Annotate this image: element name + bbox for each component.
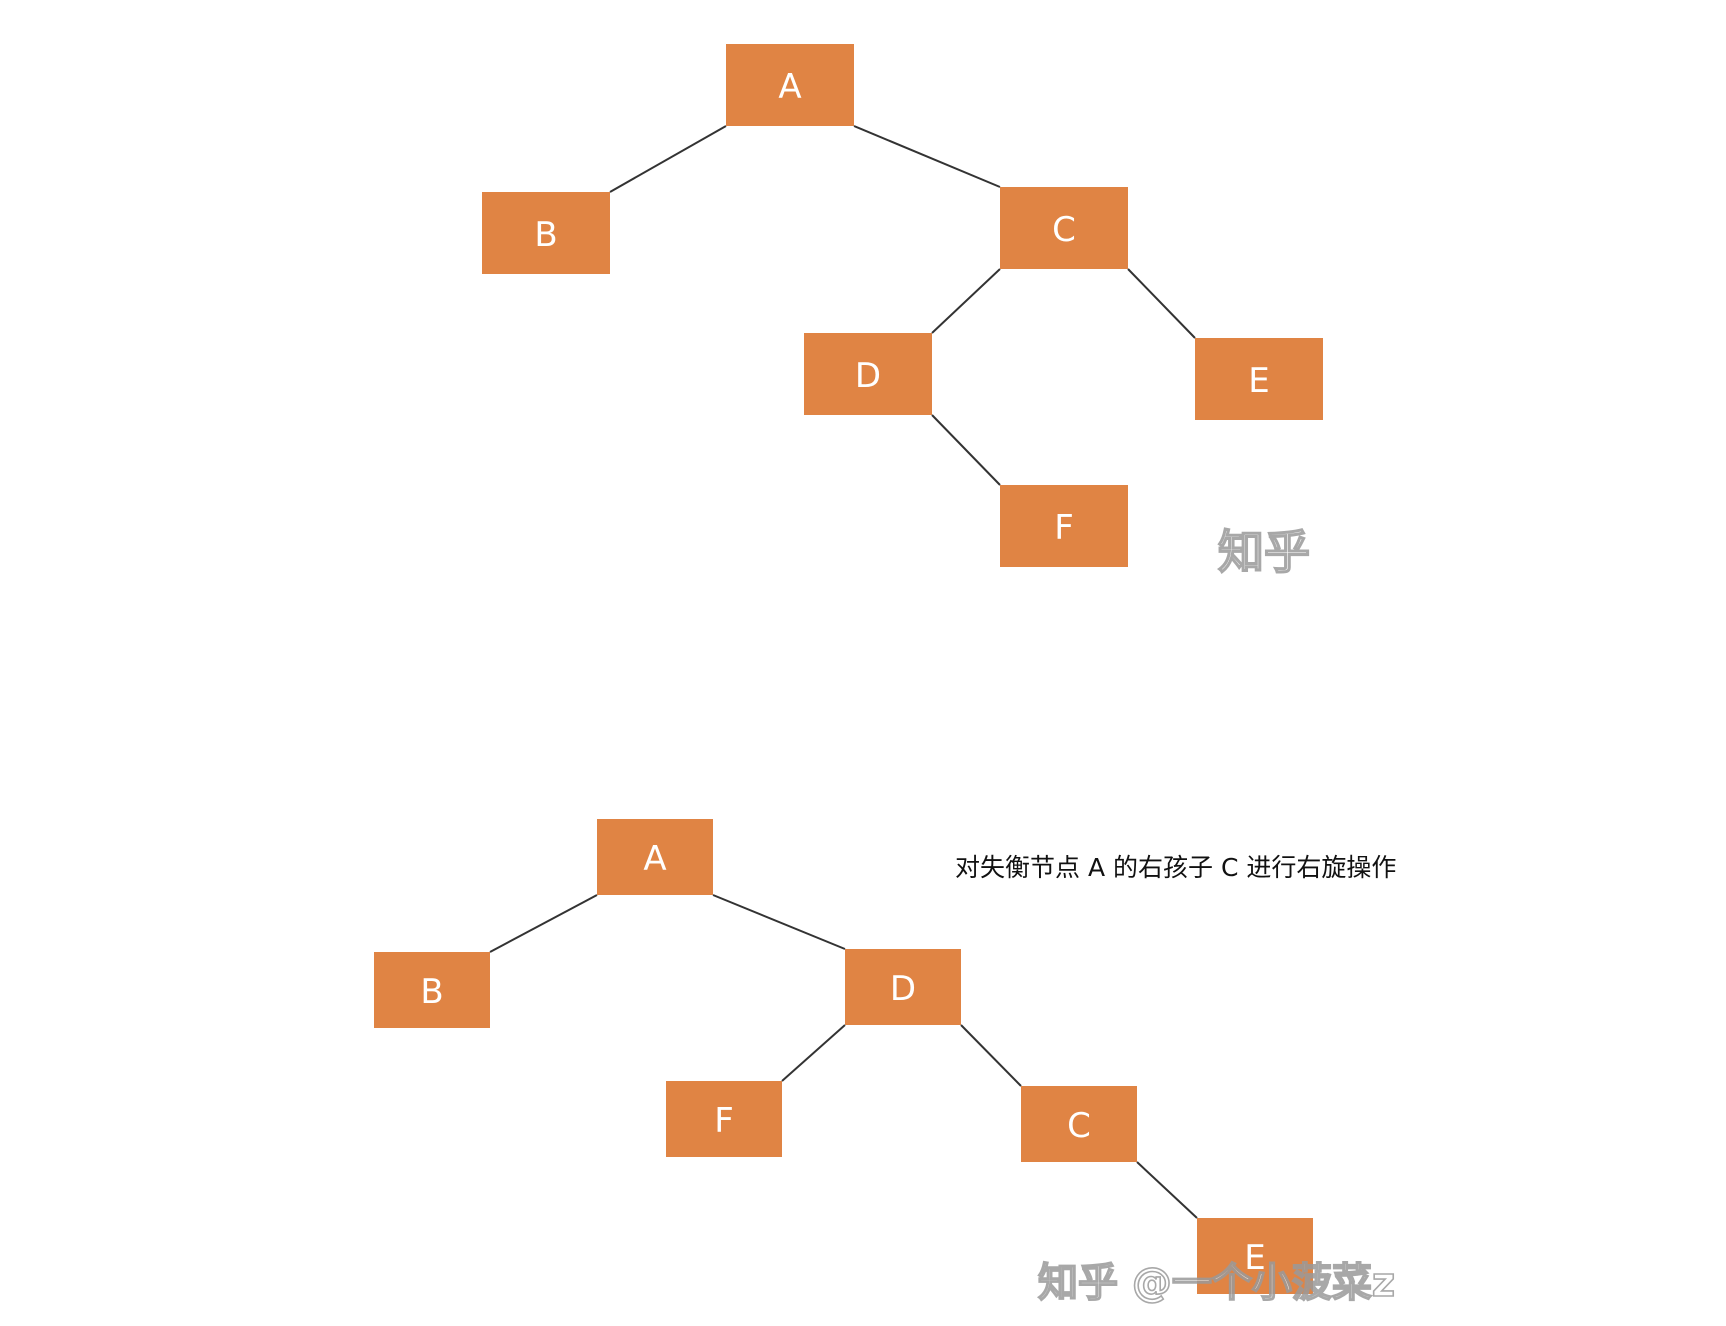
- node-A: A: [597, 819, 713, 895]
- edge-C-E: [1136, 1161, 1198, 1219]
- node-label: B: [420, 972, 443, 1012]
- rotation-caption: 对失衡节点 A 的右孩子 C 进行右旋操作: [955, 853, 1397, 882]
- node-label: C: [1067, 1106, 1091, 1146]
- edge-A-D: [712, 894, 846, 950]
- node-label: F: [1054, 508, 1074, 548]
- edge-C-D: [931, 268, 1001, 334]
- node-B: B: [374, 952, 490, 1028]
- node-label: F: [714, 1101, 734, 1141]
- edge-D-F: [931, 414, 1001, 486]
- edge-A-B: [489, 894, 598, 953]
- node-label: D: [855, 356, 881, 396]
- node-B: B: [482, 192, 610, 274]
- node-label: B: [534, 215, 557, 255]
- node-label: C: [1052, 210, 1076, 250]
- node-F: F: [666, 1081, 782, 1157]
- node-label: E: [1248, 361, 1269, 401]
- tree-after-rotation: AB DF CE: [374, 819, 1313, 1294]
- rotation-diagram: A B C D E F A B D F C E 知乎 知乎 @一个小菠菜z: [374, 44, 1396, 1307]
- node-C: C: [1000, 187, 1128, 269]
- tree-before-rotation: A B C D E F: [482, 44, 1323, 567]
- node-label: D: [890, 969, 916, 1009]
- edge-A-B: [609, 125, 727, 193]
- watermark-bottom: 知乎 @一个小菠菜z: [1038, 1260, 1395, 1306]
- node-F: F: [1000, 485, 1128, 567]
- edge-A-C: [853, 125, 1001, 188]
- node-D: D: [804, 333, 932, 415]
- node-A: A: [726, 44, 854, 126]
- node-label: A: [778, 67, 801, 107]
- edge-C-E: [1127, 268, 1196, 339]
- node-E: E: [1195, 338, 1323, 420]
- watermark-top: 知乎: [1218, 525, 1310, 579]
- node-D: D: [845, 949, 961, 1025]
- edge-D-F: [781, 1024, 846, 1082]
- node-label: A: [643, 839, 666, 879]
- node-C: C: [1021, 1086, 1137, 1162]
- edge-D-C: [960, 1024, 1022, 1087]
